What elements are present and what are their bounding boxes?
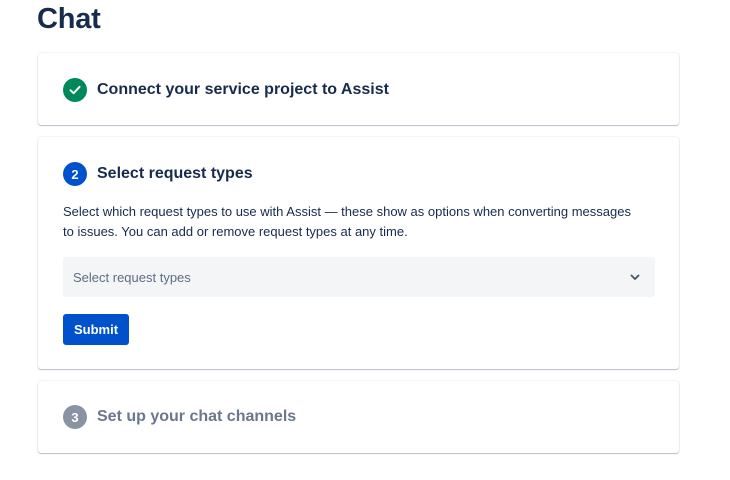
step-header: Connect your service project to Assist [63, 78, 389, 102]
step-title: Set up your chat channels [97, 408, 297, 425]
step-card-connect-project: Connect your service project to Assist [38, 53, 679, 125]
step-title: Select request types [97, 165, 253, 182]
step-header: 3 Set up your chat channels [63, 405, 296, 429]
submit-button[interactable]: Submit [63, 314, 130, 345]
step-card-chat-channels: 3 Set up your chat channels [38, 381, 679, 453]
select-placeholder: Select request types [73, 269, 191, 285]
step-card-request-types: 2 Select request types Select which requ… [38, 137, 679, 369]
checkmark-icon [63, 78, 87, 102]
step-description: Select which request types to use with A… [63, 204, 631, 239]
chevron-down-icon [627, 269, 643, 285]
step-number-badge: 3 [63, 405, 87, 429]
step-number-badge: 2 [63, 162, 87, 186]
page-title: Chat [37, 3, 101, 35]
step-title: Connect your service project to Assist [97, 81, 389, 98]
request-types-select[interactable]: Select request types [63, 257, 655, 297]
step-header: 2 Select request types [63, 162, 253, 186]
